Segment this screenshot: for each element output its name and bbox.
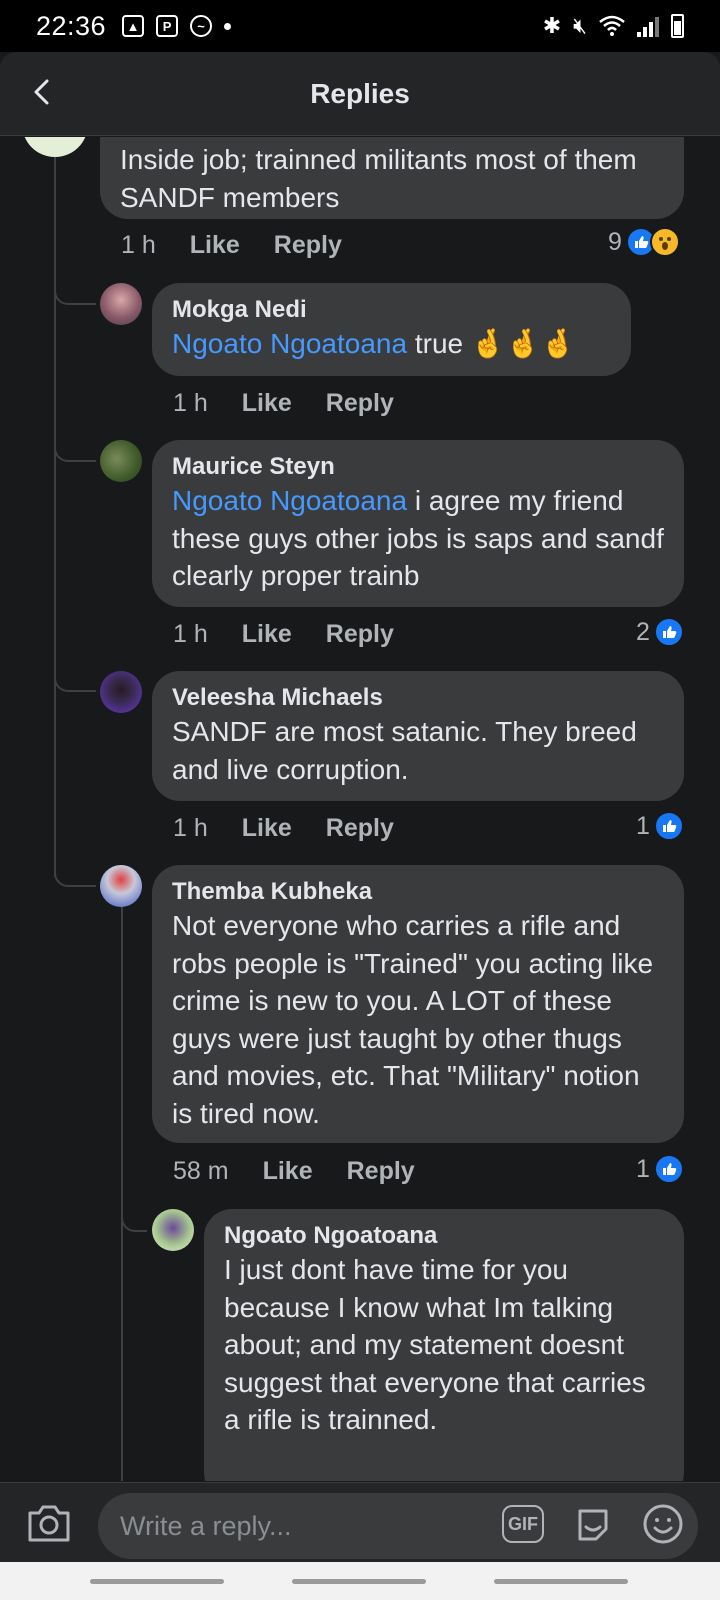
like-reaction-icon <box>653 617 684 647</box>
camera-icon[interactable] <box>26 1503 72 1543</box>
thread-connector <box>54 852 96 887</box>
thread-connector <box>54 662 96 692</box>
comment-author[interactable]: Maurice Steyn <box>172 452 664 482</box>
comment-bubble[interactable]: Themba Kubheka Not everyone who carries … <box>152 865 684 1143</box>
reaction-count: 1 <box>636 1154 650 1183</box>
gif-icon[interactable]: GIF <box>502 1505 544 1543</box>
avatar[interactable] <box>100 865 142 907</box>
comment-time: 1 h <box>121 231 156 259</box>
mute-icon: 🔇︎ <box>573 13 587 38</box>
comment-time: 1 h <box>173 814 208 842</box>
comment-text: Ngoato Ngoatoana i agree my friend these… <box>172 485 664 591</box>
back-nav-button[interactable] <box>494 1579 628 1584</box>
comment-author[interactable]: Ngoato Ngoatoana <box>224 1221 664 1251</box>
recents-button[interactable] <box>90 1579 224 1584</box>
comment-actions: 1 h Like Reply <box>173 620 394 649</box>
comment-text: Ngoato Ngoatoana true 🤞🤞🤞 <box>172 328 576 359</box>
wifi-icon <box>599 15 625 36</box>
like-reaction-icon <box>653 811 684 841</box>
avatar[interactable] <box>22 137 88 157</box>
wow-reaction-icon <box>649 227 680 257</box>
image-icon: ▲ <box>122 15 145 37</box>
comment-bubble[interactable]: Mokga Nedi Ngoato Ngoatoana true 🤞🤞🤞 <box>152 283 631 376</box>
like-button[interactable]: Like <box>242 389 292 418</box>
reaction-summary[interactable]: 9 <box>608 227 680 257</box>
comment-actions: 1 h Like Reply <box>173 814 394 843</box>
reaction-count: 9 <box>608 227 622 256</box>
comment-text: I just dont have time for you because I … <box>224 1254 646 1435</box>
dot-icon <box>224 22 232 30</box>
thread-line <box>54 157 56 877</box>
comment-bubble[interactable]: Ngoato Ngoatoana I just dont have time f… <box>204 1209 684 1481</box>
reply-button[interactable]: Reply <box>274 231 342 260</box>
replies-header: Replies <box>0 52 720 136</box>
reply-button[interactable]: Reply <box>347 1157 415 1186</box>
parking-icon: P <box>156 15 179 37</box>
like-reaction-icon <box>653 1154 684 1184</box>
sticker-icon[interactable] <box>572 1503 614 1545</box>
comment-time: 1 h <box>173 389 208 417</box>
replies-list[interactable]: Inside job; trainned militants most of t… <box>0 137 720 1481</box>
reply-button[interactable]: Reply <box>326 814 394 843</box>
avatar[interactable] <box>100 283 142 325</box>
reaction-count: 2 <box>636 617 650 646</box>
thread-connector <box>54 432 96 462</box>
comment-author[interactable]: Themba Kubheka <box>172 877 664 907</box>
fingers-crossed-emoji: 🤞🤞🤞 <box>470 328 576 359</box>
thread-connector <box>121 1202 147 1232</box>
thread-connector <box>54 277 96 305</box>
emoji-icon[interactable] <box>642 1503 684 1545</box>
like-button[interactable]: Like <box>190 231 240 260</box>
comment-time: 1 h <box>173 620 208 648</box>
comment-time: 58 m <box>173 1157 229 1185</box>
thread-line <box>121 902 123 1481</box>
reply-composer: GIF <box>0 1482 720 1562</box>
reaction-summary[interactable]: 1 <box>636 1154 684 1184</box>
comment-bubble[interactable]: Maurice Steyn Ngoato Ngoatoana i agree m… <box>152 440 684 607</box>
page-title: Replies <box>310 78 410 109</box>
system-icons: ✱ 🔇︎ <box>543 0 684 52</box>
comment-actions: 1 h Like Reply <box>173 389 394 418</box>
bluetooth-icon: ✱ <box>542 13 562 38</box>
status-time: 22:36 <box>36 10 107 41</box>
comment-author[interactable]: Veleesha Michaels <box>172 683 664 713</box>
comment-text: Inside job; trainned militants most of t… <box>120 144 637 213</box>
comment-actions: 1 h Like Reply <box>121 231 342 260</box>
like-button[interactable]: Like <box>242 620 292 649</box>
signal-icon <box>637 15 659 37</box>
messenger-icon: ~ <box>190 15 213 37</box>
reaction-summary[interactable]: 2 <box>636 617 684 647</box>
comment-actions: 58 m Like Reply <box>173 1157 415 1186</box>
avatar[interactable] <box>100 440 142 482</box>
comment-author[interactable]: Mokga Nedi <box>172 295 611 325</box>
comment-text: SANDF are most satanic. They breed and l… <box>172 716 637 785</box>
like-button[interactable]: Like <box>242 814 292 843</box>
mention-link[interactable]: Ngoato Ngoatoana <box>172 328 407 359</box>
system-nav-bar <box>0 1562 720 1600</box>
reply-button[interactable]: Reply <box>326 389 394 418</box>
comment-bubble[interactable]: Inside job; trainned militants most of t… <box>100 137 684 219</box>
reaction-count: 1 <box>636 811 650 840</box>
reply-button[interactable]: Reply <box>326 620 394 649</box>
mention-link[interactable]: Ngoato Ngoatoana <box>172 485 407 516</box>
reaction-summary[interactable]: 1 <box>636 811 684 841</box>
comment-text: Not everyone who carries a rifle and rob… <box>172 910 654 1129</box>
battery-icon <box>671 14 684 38</box>
notification-icons: ▲ P ~ <box>122 15 232 37</box>
home-button[interactable] <box>292 1579 426 1584</box>
avatar[interactable] <box>100 671 142 713</box>
comment-bubble[interactable]: Veleesha Michaels SANDF are most satanic… <box>152 671 684 801</box>
status-bar: 22:36 ▲ P ~ ✱ 🔇︎ <box>0 0 720 52</box>
avatar[interactable] <box>152 1209 194 1251</box>
like-button[interactable]: Like <box>263 1157 313 1186</box>
